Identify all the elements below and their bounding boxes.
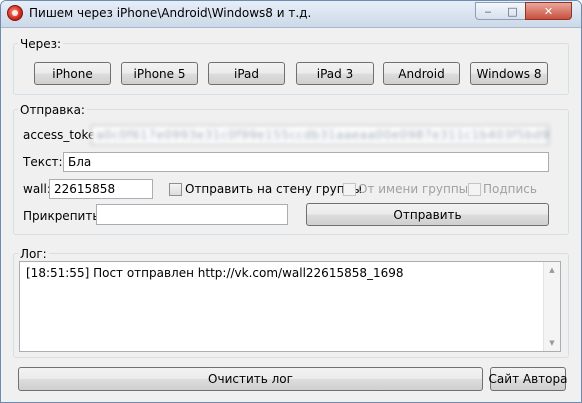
attach-input[interactable]: [96, 204, 288, 225]
post-to-group-checkbox[interactable]: [169, 183, 182, 196]
maximize-icon: □: [507, 4, 518, 18]
app-logo-icon: [7, 5, 23, 21]
log-group-label: Лог:: [18, 247, 49, 261]
log-scrollbar[interactable]: ▲ ▼: [543, 262, 560, 351]
author-site-button[interactable]: Сайт Автора: [489, 367, 567, 391]
from-group-checkbox[interactable]: [343, 183, 356, 196]
wall-input[interactable]: 22615858: [49, 179, 153, 199]
text-input[interactable]: Бла: [63, 152, 549, 172]
signature-label: Подпись: [483, 182, 537, 196]
close-icon: ✕: [543, 4, 554, 18]
log-textarea[interactable]: [18:51:55] Пост отправлен http://vk.com/…: [19, 261, 561, 352]
via-android-button[interactable]: Android: [383, 62, 460, 85]
minimize-button[interactable]: ‒: [475, 2, 501, 20]
minimize-icon: ‒: [484, 4, 492, 18]
via-windows8-button[interactable]: Windows 8: [470, 62, 548, 85]
via-iphone-button[interactable]: iPhone: [34, 62, 111, 85]
app-window: Пишем через iPhone\Android\Windows8 и т.…: [0, 0, 582, 403]
signature-checkbox[interactable]: [468, 183, 481, 196]
send-group-label: Отправка:: [18, 103, 87, 117]
maximize-button[interactable]: □: [500, 2, 526, 20]
wall-label: wall:: [23, 182, 51, 196]
via-iphone5-button[interactable]: iPhone 5: [121, 62, 198, 85]
text-label: Текст:: [23, 155, 63, 169]
close-button[interactable]: ✕: [525, 2, 572, 20]
title-bar: Пишем через iPhone\Android\Windows8 и т.…: [1, 1, 581, 28]
scroll-up-arrow-icon[interactable]: ▲: [544, 262, 560, 278]
send-button[interactable]: Отправить: [306, 203, 549, 226]
via-ipad-button[interactable]: iPad: [208, 62, 285, 85]
scroll-down-arrow-icon[interactable]: ▼: [544, 335, 560, 351]
access-token-input[interactable]: a0c0f617e0993e31c0f99e155ccdb31aaeaa00e0…: [91, 125, 549, 145]
clear-log-button[interactable]: Очистить лог: [18, 367, 483, 391]
via-ipad3-button[interactable]: iPad 3: [296, 62, 374, 85]
window-title: Пишем через iPhone\Android\Windows8 и т.…: [29, 6, 312, 20]
post-to-group-label: Отправить на стену группы: [185, 182, 362, 196]
log-line: [18:51:55] Пост отправлен http://vk.com/…: [26, 266, 404, 280]
from-group-label: От имени группы: [358, 182, 469, 196]
attach-label: Прикрепить:: [23, 209, 104, 223]
via-group-label: Через:: [18, 37, 64, 51]
